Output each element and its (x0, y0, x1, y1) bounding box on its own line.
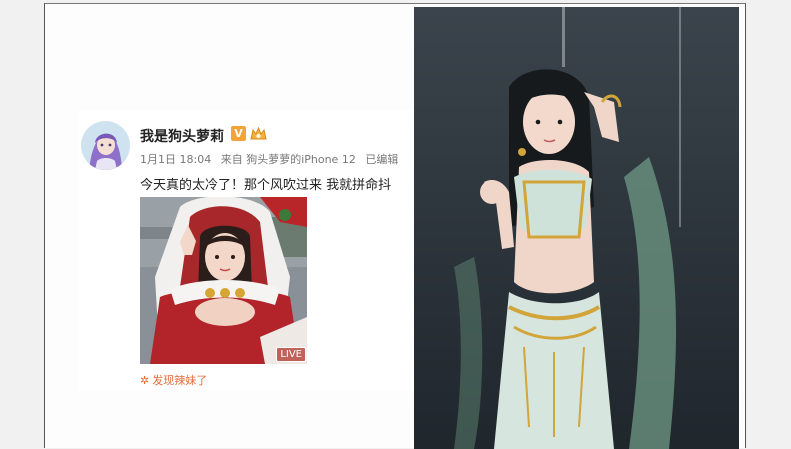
username[interactable]: 我是狗头萝莉 (140, 126, 224, 146)
santa-costume-photo (140, 197, 307, 364)
crown-fan-icon (249, 125, 268, 142)
avatar-image (81, 121, 130, 170)
weibo-post-card: 我是狗头萝莉 V 1月1日 18:04 来自 狗头萝萝的iPhone 12 已编… (78, 110, 415, 390)
avatar[interactable] (81, 121, 130, 170)
flower-icon: ✲ (140, 374, 150, 387)
post-photo[interactable]: LIVE (140, 197, 307, 364)
costume-stage-photo[interactable] (414, 7, 739, 449)
post-edited-label[interactable]: 已编辑 (365, 153, 398, 166)
topic-link[interactable]: ✲ 发现辣妹了 (140, 372, 207, 388)
content-frame: 我是狗头萝莉 V 1月1日 18:04 来自 狗头萝萝的iPhone 12 已编… (44, 3, 746, 449)
dunhuang-costume-photo (414, 7, 739, 449)
post-time[interactable]: 1月1日 18:04 (140, 153, 211, 166)
post-meta: 1月1日 18:04 来自 狗头萝萝的iPhone 12 已编辑 (140, 151, 404, 167)
verified-badge-icon: V (231, 126, 246, 141)
topic-label: 发现辣妹了 (152, 374, 208, 387)
post-source: 来自 狗头萝萝的iPhone 12 (220, 153, 356, 166)
post-text: 今天真的太冷了！那个风吹过来 我就拼命抖 (140, 178, 392, 193)
live-badge: LIVE (276, 347, 306, 362)
